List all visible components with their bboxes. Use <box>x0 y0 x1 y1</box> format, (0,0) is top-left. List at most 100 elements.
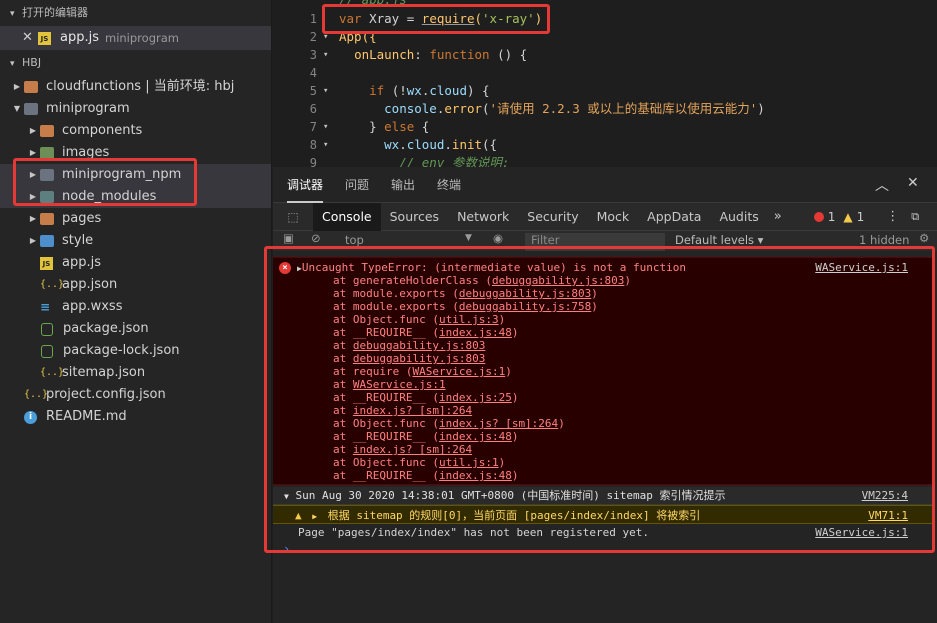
stack-frame-link[interactable]: index.js? [sm]:264 <box>353 443 472 456</box>
settings-icon[interactable]: ⚙ <box>919 231 929 245</box>
nodejs-file-icon <box>41 344 53 358</box>
maximize-panel-icon[interactable]: ︿ <box>875 175 889 195</box>
folder-icon <box>40 169 54 181</box>
stack-frame-link[interactable]: index.js:48 <box>439 469 512 482</box>
filter-input[interactable]: Filter <box>525 233 665 251</box>
kebab-menu-icon[interactable]: ⋮ <box>886 209 899 224</box>
stack-frame-link[interactable]: debuggability.js:758 <box>459 300 591 313</box>
error-title-row[interactable]: ▶Uncaught TypeError: (intermediate value… <box>297 261 686 274</box>
tab-debugger[interactable]: 调试器 <box>287 167 324 203</box>
context-dropdown-icon[interactable]: ▼ <box>465 233 472 243</box>
sidebar-item-package-lock-json[interactable]: package-lock.json <box>0 340 271 362</box>
close-panel-icon[interactable]: ✕ <box>907 175 919 191</box>
tab-appdata[interactable]: AppData <box>638 203 710 231</box>
open-file-folder: miniprogram <box>105 31 179 45</box>
chevron-icon: ▶ <box>29 192 37 201</box>
stack-frame-link[interactable]: index.js? [sm]:264 <box>439 417 558 430</box>
code-line: 7 ▾ } else { <box>309 119 430 134</box>
tab-terminal[interactable]: 终端 <box>437 167 461 203</box>
open-editors-label: 打开的编辑器 <box>22 6 88 19</box>
stack-frame-text: ) <box>511 430 519 443</box>
stack-frame-link[interactable]: WAService.js:1 <box>412 365 505 378</box>
tab-network[interactable]: Network <box>448 203 518 231</box>
file-tree: ▶ cloudfunctions | 当前环境: hbj ▼ miniprogram ▶… <box>0 76 271 428</box>
sidebar-item-project-config-json[interactable]: {..} project.config.json <box>0 384 271 406</box>
expand-icon[interactable]: ▶ <box>312 512 317 521</box>
tab-security[interactable]: Security <box>518 203 587 231</box>
project-header[interactable]: ▾ HBJ <box>0 50 271 76</box>
sidebar-item-cloudfunctions-hbj[interactable]: ▶ cloudfunctions | 当前环境: hbj <box>0 76 271 98</box>
js-file-icon: JS <box>40 256 53 270</box>
context-select[interactable]: top <box>345 233 364 247</box>
stack-frame-text: at generateHolderClass ( <box>333 274 492 287</box>
sidebar-item-app-json[interactable]: {..} app.json <box>0 274 271 296</box>
dock-icon[interactable]: ⧉ <box>911 210 919 224</box>
sidebar-item-label: package-lock.json <box>63 343 180 358</box>
group-source-link[interactable]: VM225:4 <box>862 487 908 505</box>
sidebar-item-app-js[interactable]: JS app.js <box>0 252 271 274</box>
inspect-icon[interactable]: ⬚ <box>273 210 313 224</box>
stack-frame-link[interactable]: util.js:3 <box>439 313 499 326</box>
hidden-count: 1 hidden <box>859 233 910 247</box>
sidebar-item-pages[interactable]: ▶ pages <box>0 208 271 230</box>
error-icon <box>813 211 824 222</box>
stack-frame-link[interactable]: WAService.js:1 <box>353 378 446 391</box>
sidebar-item-miniprogram-npm[interactable]: ▶ miniprogram_npm <box>0 164 271 186</box>
sidebar-item-label: pages <box>62 211 102 226</box>
console-group-header[interactable]: ▼ Sun Aug 30 2020 14:38:01 GMT+0800 (中国标… <box>273 487 933 505</box>
sidebar-item-miniprogram[interactable]: ▼ miniprogram <box>0 98 271 120</box>
sidebar-item-readme-md[interactable]: i README.md <box>0 406 271 428</box>
open-editors-header[interactable]: ▾ 打开的编辑器 <box>0 0 271 26</box>
console-output[interactable]: × ▶Uncaught TypeError: (intermediate val… <box>273 251 937 623</box>
sidebar-item-app-wxss[interactable]: ≡ app.wxss <box>0 296 271 318</box>
close-icon[interactable]: ✕ <box>22 26 38 50</box>
stack-frame-text: ) <box>511 326 519 339</box>
stack-frame-link[interactable]: debuggability.js:803 <box>353 339 485 352</box>
log-levels-dropdown[interactable]: Default levels ▾ <box>675 233 763 247</box>
sidebar-item-package-json[interactable]: package.json <box>0 318 271 340</box>
sidebar-item-components[interactable]: ▶ components <box>0 120 271 142</box>
chevron-icon: ▶ <box>13 82 21 91</box>
tab-problems[interactable]: 问题 <box>345 167 369 203</box>
nodejs-file-icon <box>41 322 53 336</box>
tab-sources[interactable]: Sources <box>381 203 448 231</box>
error-message-block: × ▶Uncaught TypeError: (intermediate val… <box>273 257 933 485</box>
warning-icon: ▲ <box>295 509 302 522</box>
stack-frame: at debuggability.js:803 <box>333 352 485 365</box>
tab-audits[interactable]: Audits <box>710 203 767 231</box>
chevron-icon: ▶ <box>29 148 37 157</box>
sidebar-item-label: README.md <box>46 409 127 424</box>
code-editor[interactable]: // app.js 1var Xray = require('x-ray') 2… <box>273 0 937 167</box>
clear-console-icon[interactable]: ⊘ <box>311 231 321 245</box>
sidebar-item-images[interactable]: ▶ images <box>0 142 271 164</box>
more-tabs-icon[interactable]: » <box>768 209 788 224</box>
sidebar-item-style[interactable]: ▶ style <box>0 230 271 252</box>
stack-frame-link[interactable]: debuggability.js:803 <box>492 274 624 287</box>
stack-frame-link[interactable]: util.js:1 <box>439 456 499 469</box>
chevron-icon: ▶ <box>29 170 37 179</box>
tab-output[interactable]: 输出 <box>391 167 415 203</box>
error-source-link[interactable]: WAService.js:1 <box>815 261 908 274</box>
warning-message-row: ▲ ▶ 根据 sitemap 的规则[0]，当前页面 [pages/index/… <box>273 505 933 524</box>
stack-frame-link[interactable]: debuggability.js:803 <box>353 352 485 365</box>
stack-frame-link[interactable]: index.js:25 <box>439 391 512 404</box>
issue-counter[interactable]: 1 ▲ 1 <box>813 210 864 224</box>
code-line: 2 ▾ App({ <box>309 29 377 44</box>
eye-icon[interactable]: ◉ <box>493 231 503 245</box>
sidebar-toggle-icon[interactable]: ▣ <box>283 231 294 245</box>
stack-frame-text: at __REQUIRE__ ( <box>333 326 439 339</box>
sidebar-item-node-modules[interactable]: ▶ node_modules <box>0 186 271 208</box>
open-editor-item-app-js[interactable]: ✕ JS app.js miniprogram <box>0 26 271 50</box>
tab-mock[interactable]: Mock <box>588 203 639 231</box>
tab-console[interactable]: Console <box>313 202 381 231</box>
stack-frame-link[interactable]: debuggability.js:803 <box>459 287 591 300</box>
sidebar-item-sitemap-json[interactable]: {..} sitemap.json <box>0 362 271 384</box>
stack-frame-link[interactable]: index.js:48 <box>439 326 512 339</box>
stack-frame-link[interactable]: index.js? [sm]:264 <box>353 404 472 417</box>
console-prompt-icon[interactable]: › <box>283 542 290 556</box>
sidebar-item-label: sitemap.json <box>62 365 146 380</box>
log-source-link[interactable]: WAService.js:1 <box>815 523 908 543</box>
stack-frame-link[interactable]: index.js:48 <box>439 430 512 443</box>
stack-frame: at index.js? [sm]:264 <box>333 404 472 417</box>
bottom-panel-tabs: 调试器 问题 输出 终端 <box>273 167 937 203</box>
